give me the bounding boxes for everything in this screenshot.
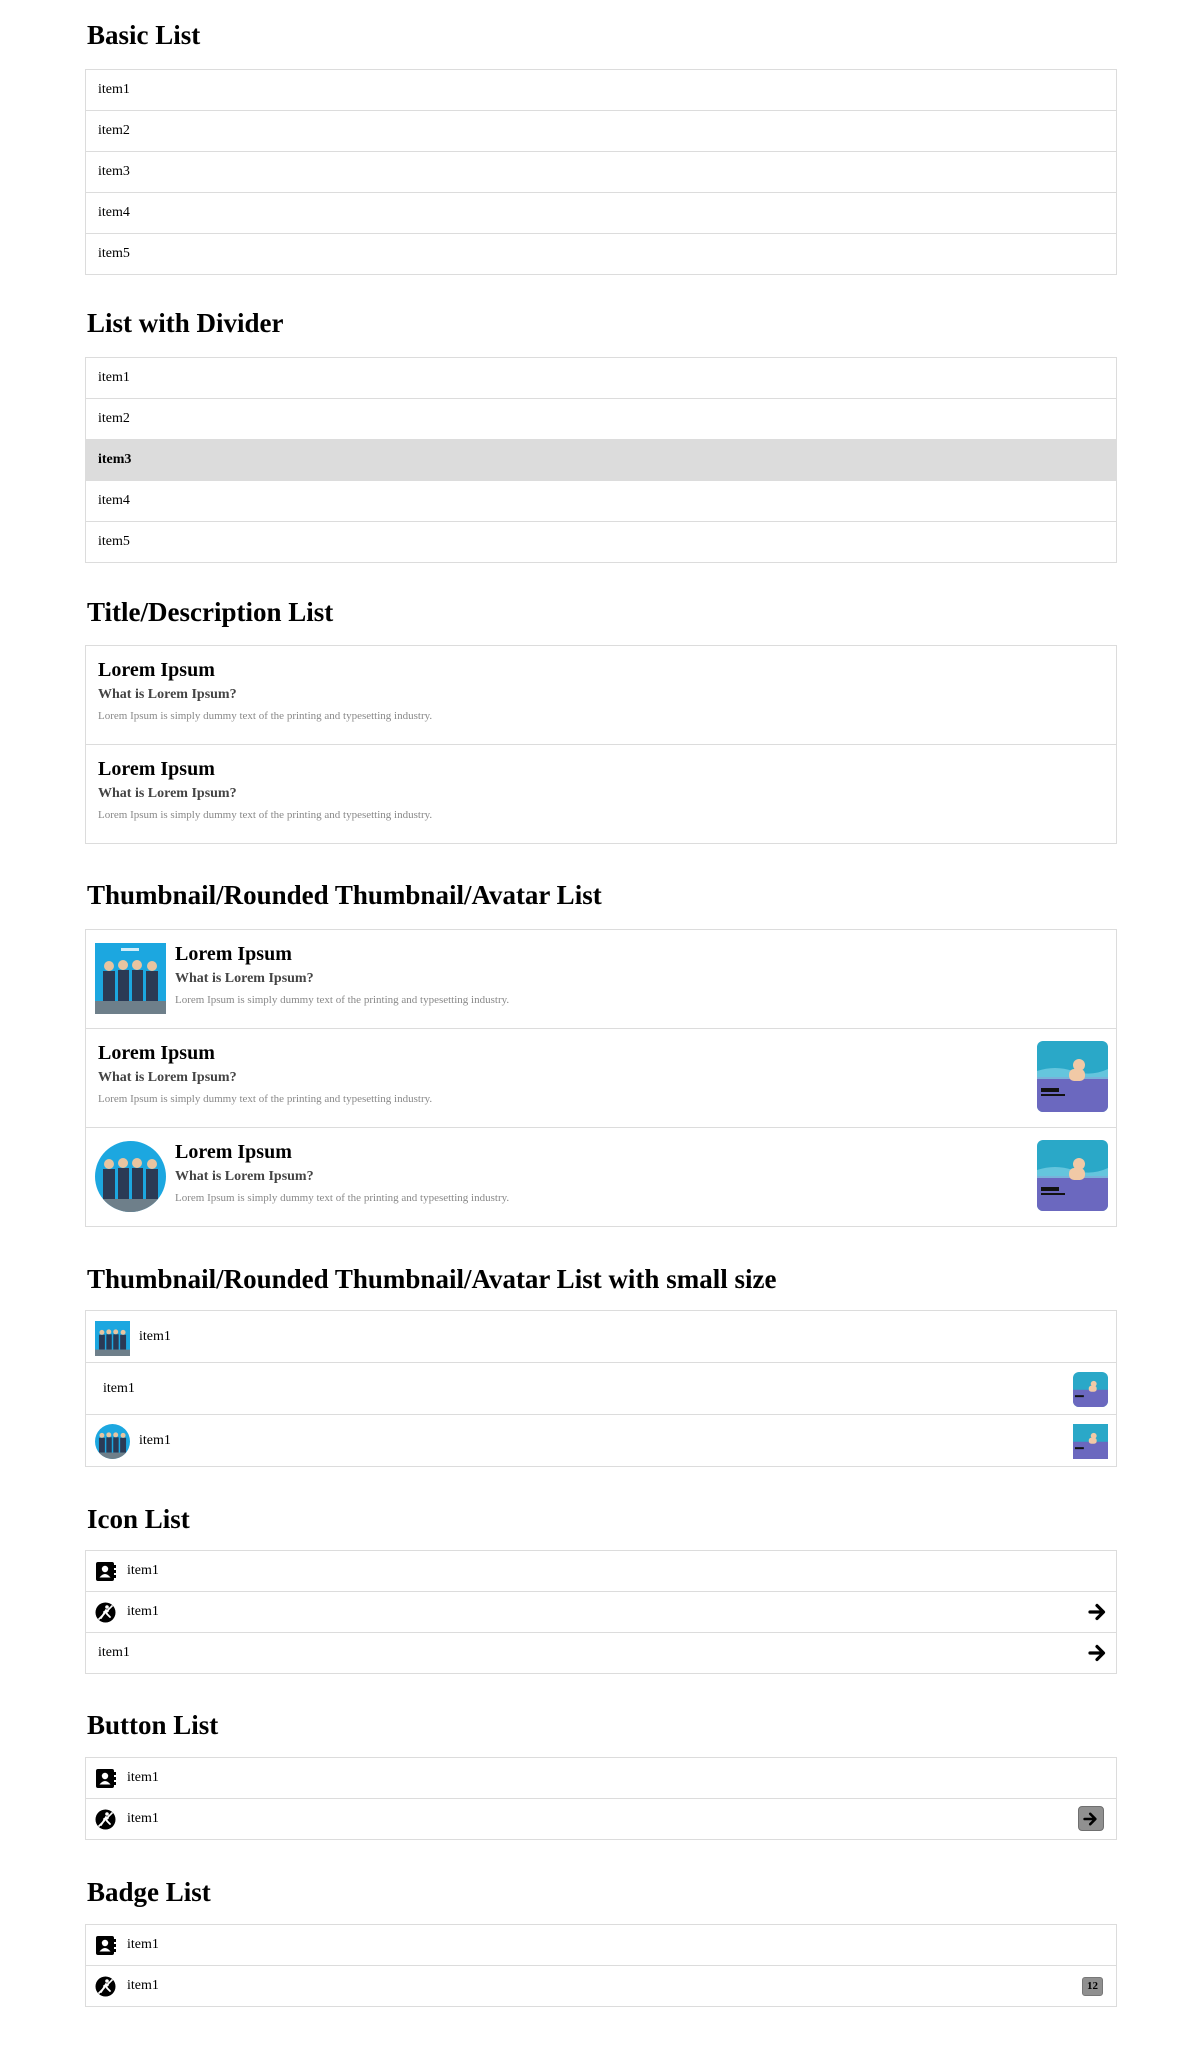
section-title-button-list: Button List <box>87 1710 219 1740</box>
list-item[interactable]: item1 <box>86 1311 1116 1363</box>
item-title: Lorem Ipsum <box>175 1141 292 1163</box>
list-item-label: item3 <box>98 164 130 179</box>
list-item[interactable]: item1 <box>86 358 1116 399</box>
contact-book-icon <box>95 1768 116 1789</box>
no-walking-icon <box>95 1602 116 1623</box>
band-thumbnail-small <box>95 1321 130 1356</box>
list-item-label: item4 <box>98 205 130 220</box>
list-item[interactable]: item5 <box>86 234 1116 275</box>
section-title-icon-list: Icon List <box>87 1504 190 1534</box>
list-item[interactable]: item1 <box>86 1925 1116 1966</box>
item-description: Lorem Ipsum is simply dummy text of the … <box>175 994 510 1006</box>
item-description: Lorem Ipsum is simply dummy text of the … <box>98 710 433 722</box>
list-item[interactable]: item1 <box>86 1363 1116 1415</box>
no-walking-icon <box>95 1809 116 1830</box>
item-subtitle: What is Lorem Ipsum? <box>98 786 237 801</box>
list-item[interactable]: Lorem Ipsum What is Lorem Ipsum? Lorem I… <box>86 646 1116 745</box>
list-item-label: item1 <box>139 1433 171 1448</box>
list-item-label: item1 <box>98 370 130 385</box>
section-title-divider-list: List with Divider <box>87 308 284 338</box>
list-item-label: item1 <box>127 1604 159 1619</box>
list-item-label: item5 <box>98 246 130 261</box>
title-description-list: Lorem Ipsum What is Lorem Ipsum? Lorem I… <box>85 645 1117 844</box>
list-item[interactable]: item1 <box>86 70 1116 111</box>
item-description: Lorem Ipsum is simply dummy text of the … <box>175 1192 510 1204</box>
list-item[interactable]: item1 12 <box>86 1966 1116 2007</box>
list-item[interactable]: item1 <box>86 1551 1116 1592</box>
item-description: Lorem Ipsum is simply dummy text of the … <box>98 809 433 821</box>
album-thumbnail-small <box>1073 1424 1108 1459</box>
item-subtitle: What is Lorem Ipsum? <box>175 1169 314 1184</box>
list-item-label: item2 <box>98 123 130 138</box>
band-avatar-small <box>95 1424 130 1459</box>
list-item[interactable]: Lorem Ipsum What is Lorem Ipsum? Lorem I… <box>86 1128 1116 1227</box>
band-avatar <box>95 1141 166 1212</box>
list-item[interactable]: item3 <box>86 152 1116 193</box>
list-item[interactable]: item5 <box>86 522 1116 563</box>
section-title-badge-list: Badge List <box>87 1877 211 1907</box>
item-title: Lorem Ipsum <box>98 758 215 780</box>
list-item[interactable]: item2 <box>86 399 1116 440</box>
thumbnail-small-list: item1 item1 item1 <box>85 1310 1117 1467</box>
icon-list: item1 item1 item1 <box>85 1550 1117 1674</box>
list-item-label: item1 <box>127 1811 159 1826</box>
album-rounded-thumbnail <box>1037 1140 1108 1211</box>
list-item-label: item1 <box>127 1978 159 1993</box>
list-item-label: item1 <box>98 1645 130 1660</box>
list-item-label: item1 <box>127 1770 159 1785</box>
band-thumbnail <box>95 943 166 1014</box>
item-title: Lorem Ipsum <box>98 659 215 681</box>
list-item[interactable]: Lorem Ipsum What is Lorem Ipsum? Lorem I… <box>86 930 1116 1029</box>
list-divider-label: item3 <box>98 452 132 467</box>
thumbnail-list: Lorem Ipsum What is Lorem Ipsum? Lorem I… <box>85 929 1117 1227</box>
item-description: Lorem Ipsum is simply dummy text of the … <box>98 1093 433 1105</box>
item-subtitle: What is Lorem Ipsum? <box>98 687 237 702</box>
badge-list: item1 item1 12 <box>85 1924 1117 2007</box>
list-item[interactable]: item1 <box>86 1799 1116 1840</box>
list-item-label: item5 <box>98 534 130 549</box>
list-item[interactable]: item2 <box>86 111 1116 152</box>
album-rounded-thumbnail-small <box>1073 1372 1108 1407</box>
section-title-thumbnail-list: Thumbnail/Rounded Thumbnail/Avatar List <box>87 880 602 910</box>
section-title-title-description-list: Title/Description List <box>87 597 334 627</box>
arrow-right-icon <box>1083 1812 1097 1825</box>
contact-book-icon <box>95 1935 116 1956</box>
list-item-label: item2 <box>98 411 130 426</box>
list-item-label: item4 <box>98 493 130 508</box>
list-item-label: item1 <box>127 1937 159 1952</box>
item-subtitle: What is Lorem Ipsum? <box>98 1070 237 1085</box>
item-subtitle: What is Lorem Ipsum? <box>175 971 314 986</box>
list-item[interactable]: Lorem Ipsum What is Lorem Ipsum? Lorem I… <box>86 745 1116 844</box>
section-title-basic-list: Basic List <box>87 20 201 50</box>
go-button[interactable] <box>1078 1806 1104 1831</box>
list-item-label: item1 <box>103 1381 135 1396</box>
list-item[interactable]: item1 <box>86 1633 1116 1674</box>
list-item-label: item1 <box>98 82 130 97</box>
list-item[interactable]: Lorem Ipsum What is Lorem Ipsum? Lorem I… <box>86 1029 1116 1128</box>
no-walking-icon <box>95 1976 116 1997</box>
basic-list: item1 item2 item3 item4 item5 <box>85 69 1117 275</box>
list-item[interactable]: item4 <box>86 193 1116 234</box>
contact-book-icon <box>95 1561 116 1582</box>
list-item-label: item1 <box>139 1329 171 1344</box>
item-title: Lorem Ipsum <box>98 1042 215 1064</box>
list-item[interactable]: item1 <box>86 1592 1116 1633</box>
count-badge: 12 <box>1082 1977 1103 1996</box>
divider-list: item1 item2 item3 item4 item5 <box>85 357 1117 563</box>
arrow-right-icon[interactable] <box>1088 1602 1108 1622</box>
list-item[interactable]: item1 <box>86 1758 1116 1799</box>
arrow-right-icon[interactable] <box>1088 1643 1108 1663</box>
list-item[interactable]: item4 <box>86 481 1116 522</box>
list-divider: item3 <box>86 440 1116 481</box>
list-item-label: item1 <box>127 1563 159 1578</box>
list-item[interactable]: item1 <box>86 1415 1116 1467</box>
button-list: item1 item1 <box>85 1757 1117 1840</box>
album-rounded-thumbnail <box>1037 1041 1108 1112</box>
section-title-thumbnail-small-list: Thumbnail/Rounded Thumbnail/Avatar List … <box>87 1264 777 1294</box>
item-title: Lorem Ipsum <box>175 943 292 965</box>
